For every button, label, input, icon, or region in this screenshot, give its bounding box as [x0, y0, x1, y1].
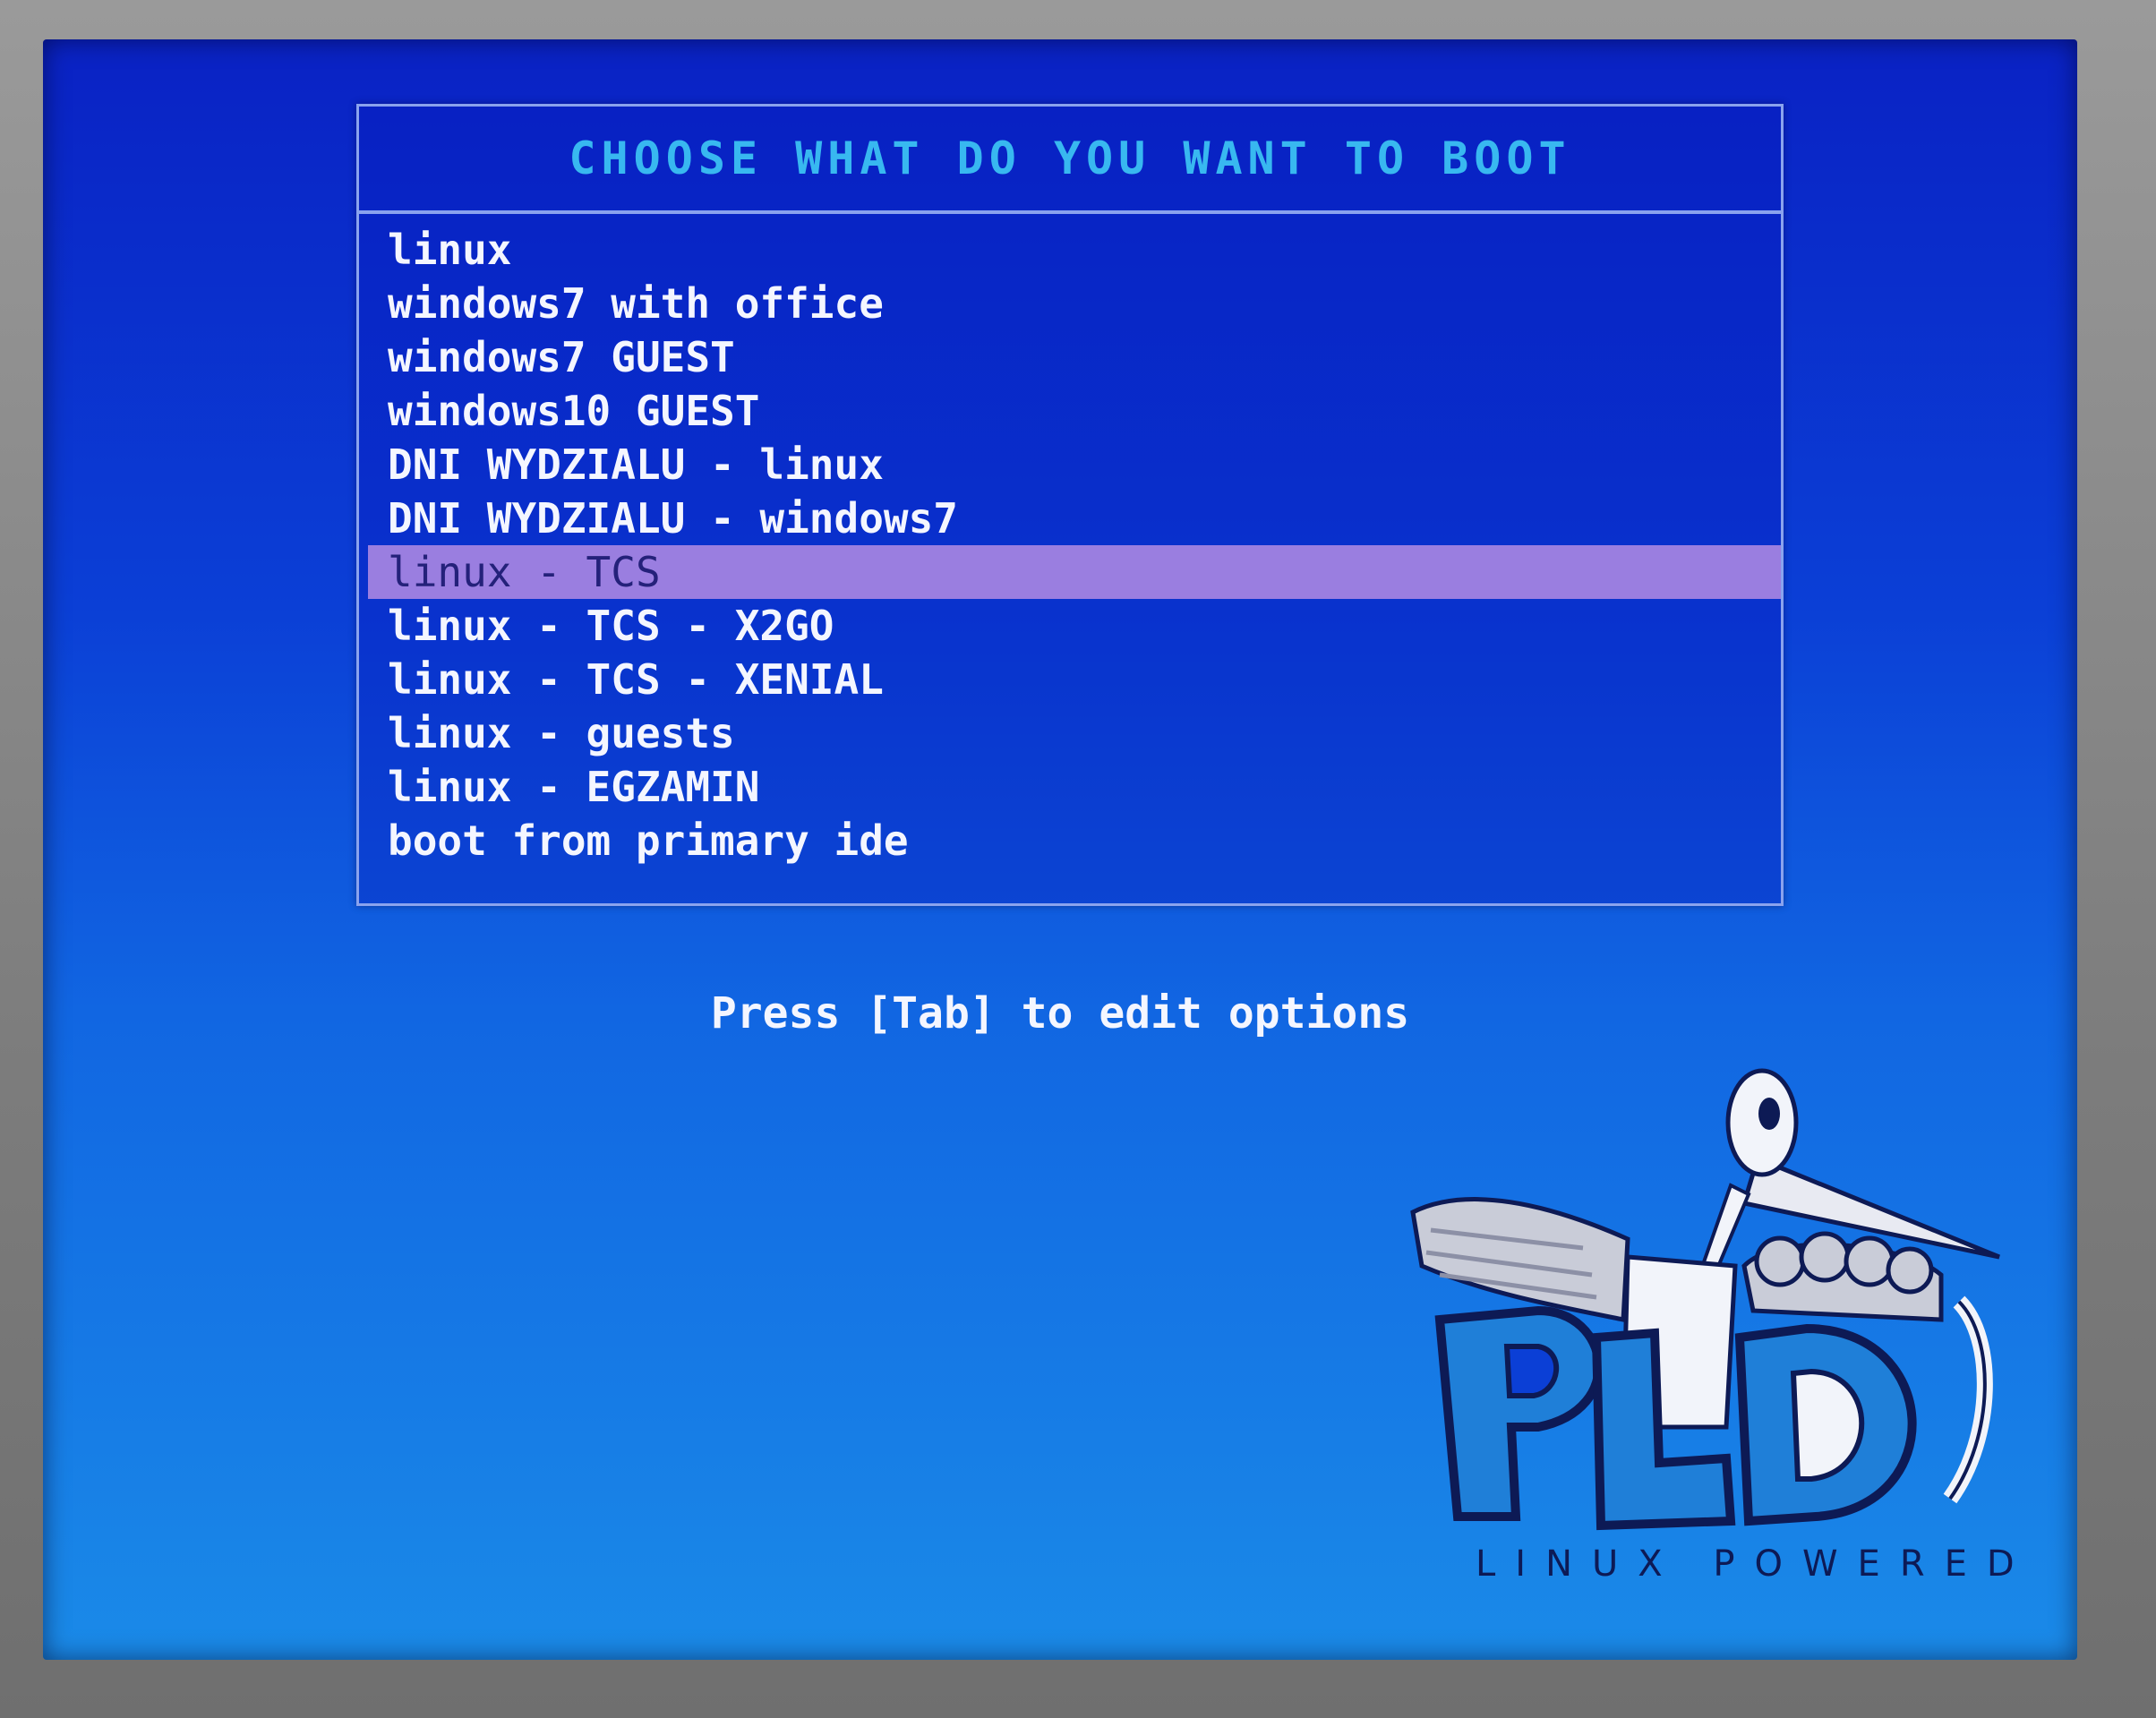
boot-option-linux[interactable]: linux: [368, 223, 1772, 277]
boot-option-linux-guests[interactable]: linux - guests: [368, 706, 1772, 760]
boot-option-windows10-guest[interactable]: windows10 GUEST: [368, 384, 1772, 438]
boot-menu-list: linux windows7 with office windows7 GUES…: [368, 223, 1781, 903]
boot-option-linux-egzamin[interactable]: linux - EGZAMIN: [368, 760, 1772, 814]
boot-screen: CHOOSE WHAT DO YOU WANT TO BOOT linux wi…: [43, 39, 2077, 1660]
boot-menu: CHOOSE WHAT DO YOU WANT TO BOOT linux wi…: [356, 104, 1784, 906]
boot-option-windows7-guest[interactable]: windows7 GUEST: [368, 330, 1772, 384]
boot-option-dni-wydzialu-windows7[interactable]: DNI WYDZIALU - windows7: [368, 491, 1772, 545]
boot-option-linux-tcs-x2go[interactable]: linux - TCS - X2GO: [368, 599, 1772, 653]
boot-option-primary-ide[interactable]: boot from primary ide: [368, 814, 1772, 868]
boot-menu-header: CHOOSE WHAT DO YOU WANT TO BOOT: [359, 107, 1781, 214]
boot-option-linux-tcs-xenial[interactable]: linux - TCS - XENIAL: [368, 653, 1772, 706]
boot-menu-title: CHOOSE WHAT DO YOU WANT TO BOOT: [569, 132, 1571, 184]
logo-caption: LINUX POWERED: [1476, 1543, 2034, 1585]
boot-option-windows7-office[interactable]: windows7 with office: [368, 277, 1772, 330]
boot-option-linux-tcs[interactable]: linux - TCS: [368, 545, 1781, 599]
boot-option-dni-wydzialu-linux[interactable]: DNI WYDZIALU - linux: [368, 438, 1772, 491]
edit-options-hint: Press [Tab] to edit options: [710, 988, 1410, 1038]
